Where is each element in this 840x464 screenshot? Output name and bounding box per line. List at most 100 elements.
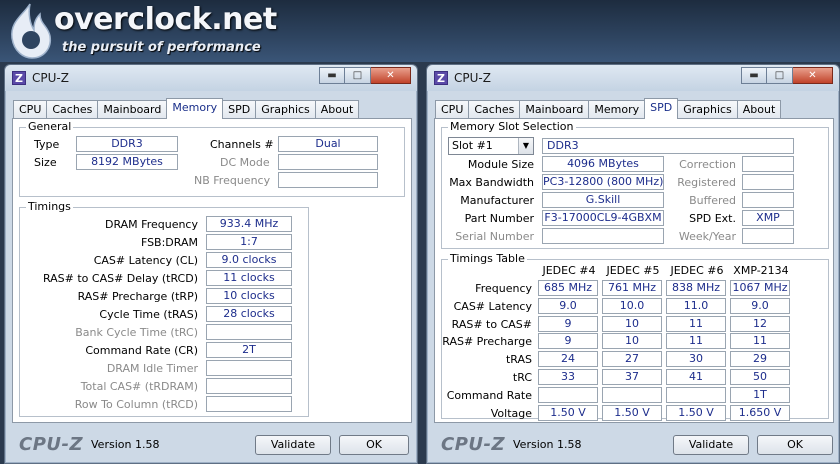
timings-cell: 9.0: [538, 297, 598, 314]
version-label: Version 1.58: [513, 438, 582, 451]
timings-row-label: CAS# Latency: [453, 299, 532, 313]
tab-spd[interactable]: SPD: [644, 98, 679, 119]
tab-caches[interactable]: Caches: [468, 100, 521, 119]
ok-button[interactable]: OK: [757, 435, 833, 455]
site-tagline: the pursuit of performance: [62, 40, 261, 55]
cpuz-window-memory: Z CPU-Z ▬ □ ✕ CPU Caches Mainboard Memor…: [4, 64, 418, 464]
timings-row-label: tRC: [512, 371, 532, 384]
timings-cell: 11: [730, 333, 790, 350]
spd-ext-label: SPD Ext.: [689, 212, 736, 225]
timing-value: [206, 324, 292, 340]
nb-frequency-value: [278, 172, 378, 188]
registered-value: [742, 174, 794, 190]
tab-mainboard[interactable]: Mainboard: [519, 100, 590, 119]
timings-cell: 9: [538, 315, 598, 332]
minimize-button[interactable]: ▬: [319, 67, 345, 84]
tab-strip: CPU Caches Mainboard Memory SPD Graphics…: [13, 98, 360, 119]
chevron-down-icon: ▼: [518, 138, 533, 154]
timings-cell: 30: [666, 351, 726, 368]
timing-label: CAS# Latency (CL): [93, 254, 198, 267]
timings-table-group: Timings Table JEDEC #4 JEDEC #5 JEDEC #6 XM…: [441, 252, 829, 421]
tab-spd[interactable]: SPD: [222, 100, 257, 119]
timings-cell: 9.0: [730, 297, 790, 314]
flame-logo-icon: [11, 3, 52, 59]
week-year-label: Week/Year: [678, 230, 736, 243]
window-title: CPU-Z: [32, 71, 69, 85]
tab-graphics[interactable]: Graphics: [255, 100, 316, 119]
timing-label: Total CAS# (tRDRAM): [80, 380, 198, 393]
close-icon: ✕: [386, 70, 395, 81]
timings-row-label: Command Rate: [446, 388, 532, 402]
serial-number-value: [542, 228, 664, 244]
tab-cpu[interactable]: CPU: [435, 100, 470, 119]
tab-cpu[interactable]: CPU: [13, 100, 48, 119]
maximize-button[interactable]: □: [345, 67, 371, 84]
timing-label: Bank Cycle Time (tRC): [75, 326, 198, 339]
timings-cell: 10: [602, 333, 662, 350]
timings-cell: 1.650 V: [730, 404, 790, 421]
timings-row-label: RAS# Precharge: [442, 335, 532, 349]
validate-button[interactable]: Validate: [255, 435, 331, 455]
timing-label: Command Rate (CR): [85, 344, 198, 357]
slot-select[interactable]: Slot #1 ▼: [448, 137, 534, 155]
tab-memory[interactable]: Memory: [588, 100, 646, 119]
title-bar[interactable]: Z CPU-Z ▬ □ ✕: [5, 65, 417, 91]
tab-memory[interactable]: Memory: [166, 98, 224, 119]
timings-column-header: JEDEC #5: [606, 264, 660, 277]
registered-label: Registered: [677, 176, 736, 189]
tab-about[interactable]: About: [736, 100, 782, 119]
minimize-button[interactable]: ▬: [741, 67, 767, 84]
timings-cell: 29: [730, 351, 790, 368]
timings-cell: 27: [602, 351, 662, 368]
close-button[interactable]: ✕: [793, 67, 833, 84]
timings-row-label: Voltage: [490, 406, 532, 420]
close-button[interactable]: ✕: [371, 67, 411, 84]
spd-panel: Memory Slot Selection Slot #1 ▼ DDR3 Mod…: [434, 118, 834, 423]
timings-row-label: tRAS: [505, 353, 532, 367]
tab-graphics[interactable]: Graphics: [677, 100, 738, 119]
timing-label: Cycle Time (tRAS): [99, 308, 198, 321]
manufacturer-label: Manufacturer: [460, 194, 534, 207]
timings-row-label: Frequency: [475, 282, 532, 295]
timings-cell: 11: [666, 315, 726, 332]
cpuz-app-icon: Z: [12, 71, 26, 85]
tab-caches[interactable]: Caches: [46, 100, 99, 119]
timing-value: 2T: [206, 342, 292, 358]
timings-cell: [666, 386, 726, 403]
timing-label: RAS# Precharge (tRP): [77, 290, 198, 303]
title-bar[interactable]: Z CPU-Z ▬ □ ✕: [427, 65, 839, 91]
timing-label: RAS# to CAS# Delay (tRCD): [42, 272, 198, 285]
timings-cell: 41: [666, 369, 726, 385]
timing-label: DRAM Idle Timer: [106, 362, 198, 375]
slot-selection-label: Memory Slot Selection: [448, 120, 576, 133]
tab-about[interactable]: About: [314, 100, 360, 119]
ok-button[interactable]: OK: [339, 435, 409, 455]
timings-cell: 50: [730, 369, 790, 385]
timing-value: [206, 396, 292, 412]
validate-button[interactable]: Validate: [673, 435, 749, 455]
general-group-label: General: [26, 120, 74, 133]
general-group: General Type DDR3 Size 8192 MBytes Chann…: [19, 120, 405, 197]
week-year-value: [742, 228, 794, 244]
timings-cell: 1.50 V: [666, 404, 726, 421]
timings-cell: 11: [666, 333, 726, 350]
timing-value: 28 clocks: [206, 306, 292, 322]
site-logo-text: overclock.net: [54, 2, 277, 37]
maximize-button[interactable]: □: [767, 67, 793, 84]
timings-cell: 24: [538, 351, 598, 368]
timing-value: [206, 378, 292, 394]
timing-value: 11 clocks: [206, 270, 292, 286]
timing-label: FSB:DRAM: [140, 236, 198, 249]
tab-mainboard[interactable]: Mainboard: [97, 100, 168, 119]
spd-ext-value: XMP: [742, 210, 794, 226]
timings-cell: 33: [538, 369, 598, 385]
timings-cell: 10: [602, 315, 662, 332]
size-value: 8192 MBytes: [76, 154, 178, 170]
correction-value: [742, 156, 794, 172]
timings-cell: 1.50 V: [538, 404, 598, 421]
slot-select-value: Slot #1: [452, 139, 493, 152]
module-size-label: Module Size: [467, 158, 534, 171]
buffered-label: Buffered: [689, 194, 736, 207]
timings-column-header: JEDEC #6: [670, 264, 724, 277]
dc-mode-label: DC Mode: [220, 156, 270, 169]
